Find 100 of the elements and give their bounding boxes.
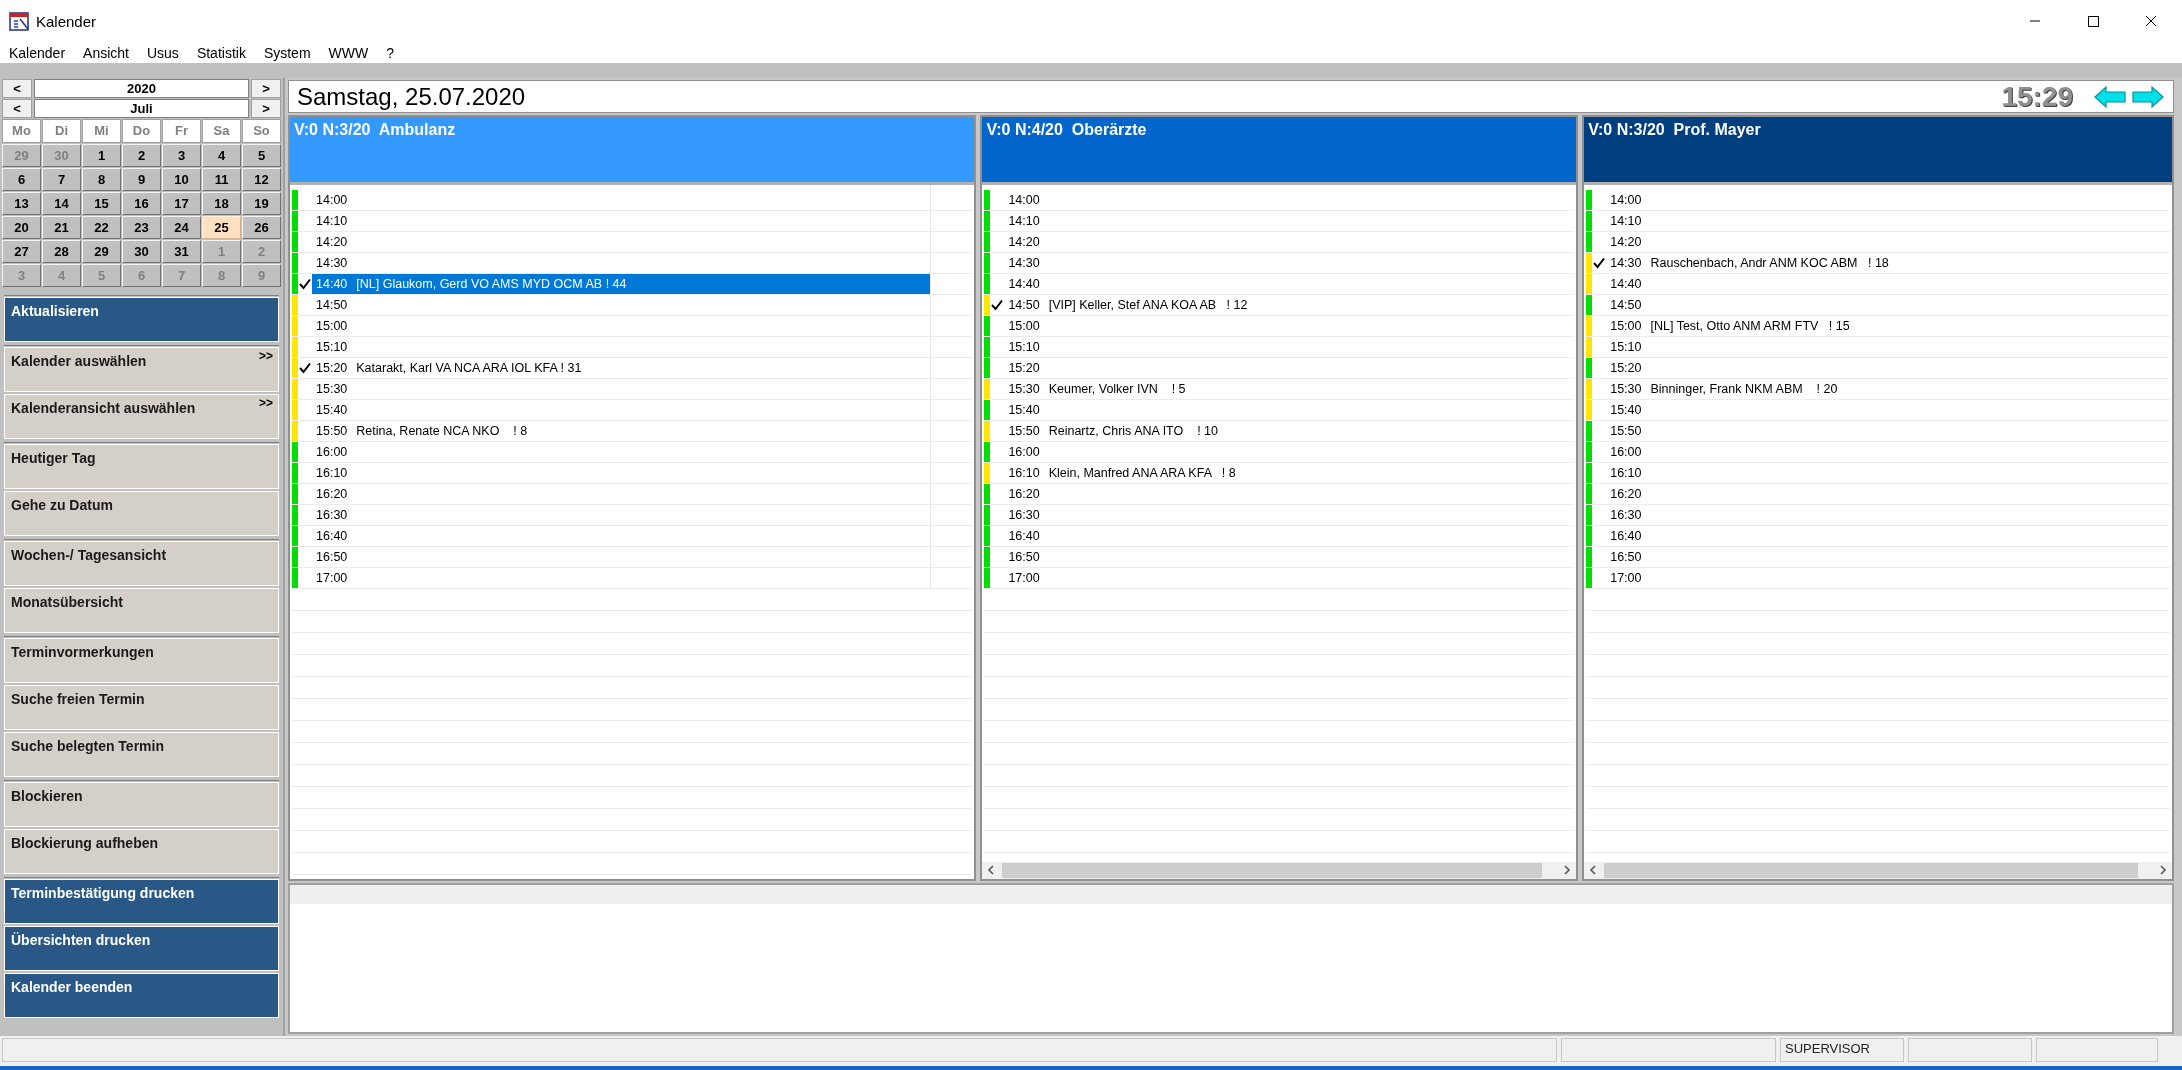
time-slot-row[interactable]: 14:30 xyxy=(312,253,931,273)
menu-item[interactable]: Statistik xyxy=(196,44,246,61)
day-button[interactable]: 5 xyxy=(242,144,281,167)
day-button[interactable]: 8 xyxy=(82,168,121,191)
time-slot-row[interactable]: 14:30 xyxy=(1004,253,1575,273)
day-button[interactable]: 26 xyxy=(242,216,281,239)
time-slot-row[interactable]: 15:20 xyxy=(1606,358,2170,378)
time-slot-row[interactable]: 16:00 xyxy=(312,442,931,462)
previous-button[interactable]: < xyxy=(2,99,32,118)
month-field[interactable]: Juli xyxy=(34,99,249,118)
day-button[interactable]: 25 xyxy=(202,216,241,239)
day-button[interactable]: 7 xyxy=(42,168,81,191)
sidebar-button[interactable]: Monatsübersicht xyxy=(4,588,279,633)
time-slot-row[interactable]: 16:10 Klein, Manfred ANA ARA KFA ! 8 xyxy=(1004,463,1575,483)
day-button[interactable]: 15 xyxy=(82,192,121,215)
time-slot-row[interactable]: 16:20 xyxy=(312,484,931,504)
sidebar-button[interactable]: Kalender beenden xyxy=(4,973,279,1018)
day-button[interactable]: 17 xyxy=(162,192,201,215)
time-slot-row[interactable]: 16:20 xyxy=(1004,484,1575,504)
day-button[interactable]: 6 xyxy=(2,168,41,191)
sidebar-button[interactable]: Terminvormerkungen xyxy=(4,638,279,683)
day-button[interactable]: 12 xyxy=(242,168,281,191)
time-slot-row[interactable]: 16:30 xyxy=(1606,505,2170,525)
day-button[interactable]: 31 xyxy=(162,240,201,263)
time-slot-row[interactable]: 16:20 xyxy=(1606,484,2170,504)
next-button[interactable]: > xyxy=(251,79,281,98)
time-slot-row[interactable]: 16:50 xyxy=(312,547,931,567)
time-slot-row[interactable]: 16:10 xyxy=(312,463,931,483)
day-button[interactable]: 4 xyxy=(202,144,241,167)
sidebar-button[interactable]: Suche belegten Termin xyxy=(4,732,279,777)
menu-item[interactable]: System xyxy=(263,44,311,61)
time-slot-row[interactable]: 15:40 xyxy=(1606,400,2170,420)
time-slot-row[interactable]: 14:40 xyxy=(1004,274,1575,294)
sidebar-button[interactable]: Kalender auswählen >> xyxy=(4,347,279,392)
time-slot-row[interactable]: 14:40 [NL] Glaukom, Gerd VO AMS MYD OCM AB ! 44 xyxy=(312,274,931,294)
day-button[interactable]: 20 xyxy=(2,216,41,239)
menu-item[interactable]: Ansicht xyxy=(83,44,129,61)
time-slot-row[interactable]: 17:00 xyxy=(1606,568,2170,588)
day-button[interactable]: 21 xyxy=(42,216,81,239)
time-slot-row[interactable]: 15:40 xyxy=(312,400,931,420)
day-button[interactable]: 3 xyxy=(162,144,201,167)
time-slot-row[interactable]: 14:50 xyxy=(1606,295,2170,315)
time-slot-row[interactable]: 15:10 xyxy=(1606,337,2170,357)
left-arrow-icon[interactable] xyxy=(2093,84,2127,109)
sidebar-button[interactable]: Blockieren xyxy=(4,782,279,827)
day-button[interactable]: 2 xyxy=(122,144,161,167)
day-button[interactable]: 22 xyxy=(82,216,121,239)
time-slot-row[interactable]: 14:00 xyxy=(1606,190,2170,210)
menu-item[interactable]: ? xyxy=(386,44,395,61)
time-slot-row[interactable]: 14:30 Rauschenbach, Andr ANM KOC ABM ! 18 xyxy=(1606,253,2170,273)
day-button[interactable]: 19 xyxy=(242,192,281,215)
menu-item[interactable]: Kalender xyxy=(9,44,66,61)
time-slot-row[interactable]: 14:20 xyxy=(312,232,931,252)
time-slot-row[interactable]: 17:00 xyxy=(312,568,931,588)
day-button[interactable]: 30 xyxy=(122,240,161,263)
sidebar-button[interactable]: Übersichten drucken xyxy=(4,926,279,971)
sidebar-button[interactable]: Terminbestätigung drucken xyxy=(4,879,279,924)
menu-item[interactable]: WWW xyxy=(328,44,369,61)
time-slot-row[interactable]: 16:40 xyxy=(1606,526,2170,546)
day-button[interactable]: 11 xyxy=(202,168,241,191)
time-slot-row[interactable]: 17:00 xyxy=(1004,568,1575,588)
time-slot-row[interactable]: 14:50 xyxy=(312,295,931,315)
day-button[interactable]: 27 xyxy=(2,240,41,263)
sidebar-button[interactable]: Gehe zu Datum xyxy=(4,491,279,536)
time-slot-row[interactable]: 15:10 xyxy=(312,337,931,357)
time-slot-row[interactable]: 14:10 xyxy=(1004,211,1575,231)
day-button[interactable]: 9 xyxy=(122,168,161,191)
time-slot-row[interactable]: 15:30 Keumer, Volker IVN ! 5 xyxy=(1004,379,1575,399)
time-slot-row[interactable]: 15:30 xyxy=(312,379,931,399)
right-arrow-icon[interactable] xyxy=(2131,84,2165,109)
time-slot-row[interactable]: 14:40 xyxy=(1606,274,2170,294)
time-slot-row[interactable]: 16:00 xyxy=(1004,442,1575,462)
year-field[interactable]: 2020 xyxy=(34,79,249,98)
day-button[interactable]: 23 xyxy=(122,216,161,239)
time-slot-row[interactable]: 14:20 xyxy=(1004,232,1575,252)
time-slot-row[interactable]: 15:00 [NL] Test, Otto ANM ARM FTV ! 15 xyxy=(1606,316,2170,336)
time-slot-row[interactable]: 15:40 xyxy=(1004,400,1575,420)
day-button[interactable]: 24 xyxy=(162,216,201,239)
day-button[interactable]: 28 xyxy=(42,240,81,263)
day-button[interactable]: 1 xyxy=(82,144,121,167)
sidebar-button[interactable]: Wochen-/ Tagesansicht xyxy=(4,541,279,586)
day-button[interactable]: 13 xyxy=(2,192,41,215)
time-slot-row[interactable]: 14:00 xyxy=(312,190,931,210)
time-slot-row[interactable]: 16:40 xyxy=(1004,526,1575,546)
time-slot-row[interactable]: 16:50 xyxy=(1606,547,2170,567)
menu-item[interactable]: Usus xyxy=(146,44,179,61)
time-slot-row[interactable]: 14:00 xyxy=(1004,190,1575,210)
previous-button[interactable]: < xyxy=(2,79,32,98)
time-slot-row[interactable]: 16:30 xyxy=(1004,505,1575,525)
sidebar-button[interactable]: Blockierung aufheben xyxy=(4,829,279,874)
time-slot-row[interactable]: 15:20 Katarakt, Karl VA NCA ARA IOL KFA ! 31 xyxy=(312,358,931,378)
time-slot-row[interactable]: 15:20 xyxy=(1004,358,1575,378)
next-button[interactable]: > xyxy=(251,99,281,118)
time-slot-row[interactable]: 14:50 [VIP] Keller, Stef ANA KOA AB ! 12 xyxy=(1004,295,1575,315)
time-slot-row[interactable]: 15:50 Retina, Renate NCA NKO ! 8 xyxy=(312,421,931,441)
time-slot-row[interactable]: 15:30 Binninger, Frank NKM ABM ! 20 xyxy=(1606,379,2170,399)
time-slot-row[interactable]: 16:00 xyxy=(1606,442,2170,462)
sidebar-button[interactable]: Heutiger Tag xyxy=(4,444,279,489)
time-slot-row[interactable]: 15:50 xyxy=(1606,421,2170,441)
sidebar-button[interactable]: Aktualisieren xyxy=(4,297,279,342)
